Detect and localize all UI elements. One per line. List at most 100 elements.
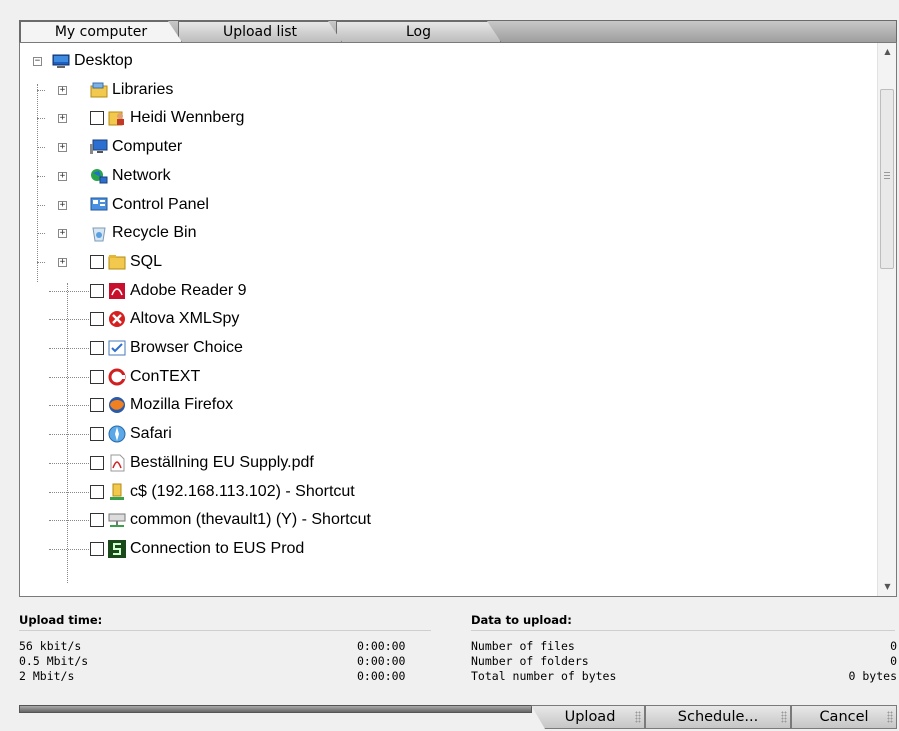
expand-icon[interactable]: + xyxy=(58,114,67,124)
expand-icon[interactable]: + xyxy=(58,171,67,181)
tree-node-label: Computer xyxy=(112,138,183,156)
tree-node[interactable]: + SQL xyxy=(20,249,870,275)
firefox-icon xyxy=(108,396,126,414)
tree-node[interactable]: Connection to EUS Prod xyxy=(20,536,870,562)
tree-node[interactable]: Altova XMLSpy xyxy=(20,306,870,332)
tree-node[interactable]: Adobe Reader 9 xyxy=(20,278,870,304)
grip-icon xyxy=(781,711,787,723)
tree-node-label: common (thevault1) (Y) - Shortcut xyxy=(130,511,371,529)
file-tree-panel: − Desktop + Libraries + Heidi Wennberg + Comput… xyxy=(19,42,897,597)
tree-node[interactable]: + Libraries xyxy=(20,77,870,103)
browser-choice-icon xyxy=(108,339,126,357)
tree-node[interactable]: + Heidi Wennberg xyxy=(20,105,870,131)
tree-node[interactable]: + Computer xyxy=(20,134,870,160)
divider xyxy=(471,630,895,631)
file-tree: − Desktop + Libraries + Heidi Wennberg + Comput… xyxy=(20,43,878,596)
connection-icon xyxy=(108,539,126,558)
stat-value: 0 xyxy=(890,654,897,668)
tab-log[interactable]: Log xyxy=(336,21,501,42)
tree-node-checkbox[interactable] xyxy=(90,484,104,499)
grip-icon xyxy=(635,711,641,723)
user-folder-icon xyxy=(108,109,126,127)
safari-icon xyxy=(108,425,126,443)
tree-node[interactable]: + Control Panel xyxy=(20,192,870,218)
tree-node[interactable]: + Recycle Bin xyxy=(20,220,870,246)
tree-node[interactable]: Safari xyxy=(20,421,870,447)
tree-node-label: Adobe Reader 9 xyxy=(130,281,247,299)
tree-node[interactable]: ConTEXT xyxy=(20,364,870,390)
upload-time-heading: Upload time: xyxy=(19,613,103,627)
cancel-button-label: Cancel xyxy=(819,709,869,725)
expand-icon[interactable]: + xyxy=(58,257,67,267)
tree-node-checkbox[interactable] xyxy=(90,369,104,384)
upload-button[interactable]: Upload xyxy=(531,705,645,729)
upload-summary: Upload time: Data to upload: 56 kbit/s 0… xyxy=(19,604,897,700)
network-icon xyxy=(90,167,108,185)
tree-node[interactable]: Mozilla Firefox xyxy=(20,392,870,418)
action-bar-rail xyxy=(19,705,532,713)
expand-icon[interactable]: + xyxy=(58,200,67,210)
grip-icon xyxy=(884,172,890,181)
tree-node-checkbox[interactable] xyxy=(90,513,104,528)
collapse-icon[interactable]: − xyxy=(33,57,42,66)
data-to-upload-heading: Data to upload: xyxy=(471,613,572,627)
tree-connector xyxy=(37,261,45,263)
tree-node-label: Connection to EUS Prod xyxy=(130,539,305,557)
scroll-thumb[interactable] xyxy=(880,89,894,269)
tree-node-label: ConTEXT xyxy=(130,367,201,385)
adobe-reader-icon xyxy=(108,282,126,300)
tree-node-checkbox[interactable] xyxy=(90,254,104,269)
tree-node[interactable]: Beställning EU Supply.pdf xyxy=(20,450,870,476)
schedule-button-label: Schedule... xyxy=(677,709,759,725)
tree-connector xyxy=(37,89,45,91)
tree-node-checkbox[interactable] xyxy=(90,283,104,298)
tree-connector xyxy=(49,520,89,522)
tree-node[interactable]: common (thevault1) (Y) - Shortcut xyxy=(20,507,870,533)
tree-node[interactable]: − Desktop xyxy=(20,48,870,74)
tree-node[interactable]: Browser Choice xyxy=(20,335,870,361)
pdf-file-icon xyxy=(108,454,126,472)
vertical-scrollbar[interactable]: ▲ ▼ xyxy=(877,43,896,596)
xmlspy-icon xyxy=(108,310,126,328)
tree-node-checkbox[interactable] xyxy=(90,541,104,556)
tree-node-checkbox[interactable] xyxy=(90,427,104,442)
tree-node[interactable]: + Network xyxy=(20,163,870,189)
tree-node-checkbox[interactable] xyxy=(90,312,104,327)
expand-icon[interactable]: + xyxy=(58,85,67,95)
tab-upload-list[interactable]: Upload list xyxy=(178,21,342,42)
schedule-button[interactable]: Schedule... xyxy=(645,705,791,729)
tree-node-label: SQL xyxy=(130,252,163,270)
speed-time: 0:00:00 xyxy=(357,639,406,653)
control-panel-icon xyxy=(90,196,108,214)
network-drive-icon xyxy=(108,511,126,529)
tree-node-label: Mozilla Firefox xyxy=(130,396,234,414)
cancel-button[interactable]: Cancel xyxy=(791,705,897,729)
upload-button-label: Upload xyxy=(564,709,616,725)
tree-connector xyxy=(37,233,45,235)
share-shortcut-icon xyxy=(108,483,126,501)
expand-icon[interactable]: + xyxy=(58,143,67,153)
tree-connector xyxy=(49,462,89,464)
tree-node-label: Network xyxy=(112,166,171,184)
tab-my-computer[interactable]: My computer xyxy=(20,21,182,42)
tree-node-label: Libraries xyxy=(112,80,174,98)
tree-connector xyxy=(49,290,89,292)
tree-node-checkbox[interactable] xyxy=(90,341,104,355)
expand-icon[interactable]: + xyxy=(58,229,67,239)
tab-bar: My computer Upload list Log xyxy=(19,20,897,42)
speed-time: 0:00:00 xyxy=(357,654,406,668)
tree-node-label: Heidi Wennberg xyxy=(130,109,245,127)
libraries-icon xyxy=(90,81,108,99)
tree-node-label: Safari xyxy=(130,425,172,443)
scroll-up-arrow-icon[interactable]: ▲ xyxy=(878,43,896,61)
tree-node-checkbox[interactable] xyxy=(90,111,104,126)
tree-node[interactable]: c$ (192.168.113.102) - Shortcut xyxy=(20,479,870,505)
speed-label: 0.5 Mbit/s xyxy=(19,654,89,668)
tree-connector xyxy=(49,376,89,378)
scroll-down-arrow-icon[interactable]: ▼ xyxy=(878,578,896,596)
stat-label: Number of files xyxy=(471,639,575,653)
tree-node-checkbox[interactable] xyxy=(90,398,104,413)
tree-node-checkbox[interactable] xyxy=(90,455,104,470)
speed-label: 2 Mbit/s xyxy=(19,669,75,683)
tree-connector xyxy=(37,204,45,206)
